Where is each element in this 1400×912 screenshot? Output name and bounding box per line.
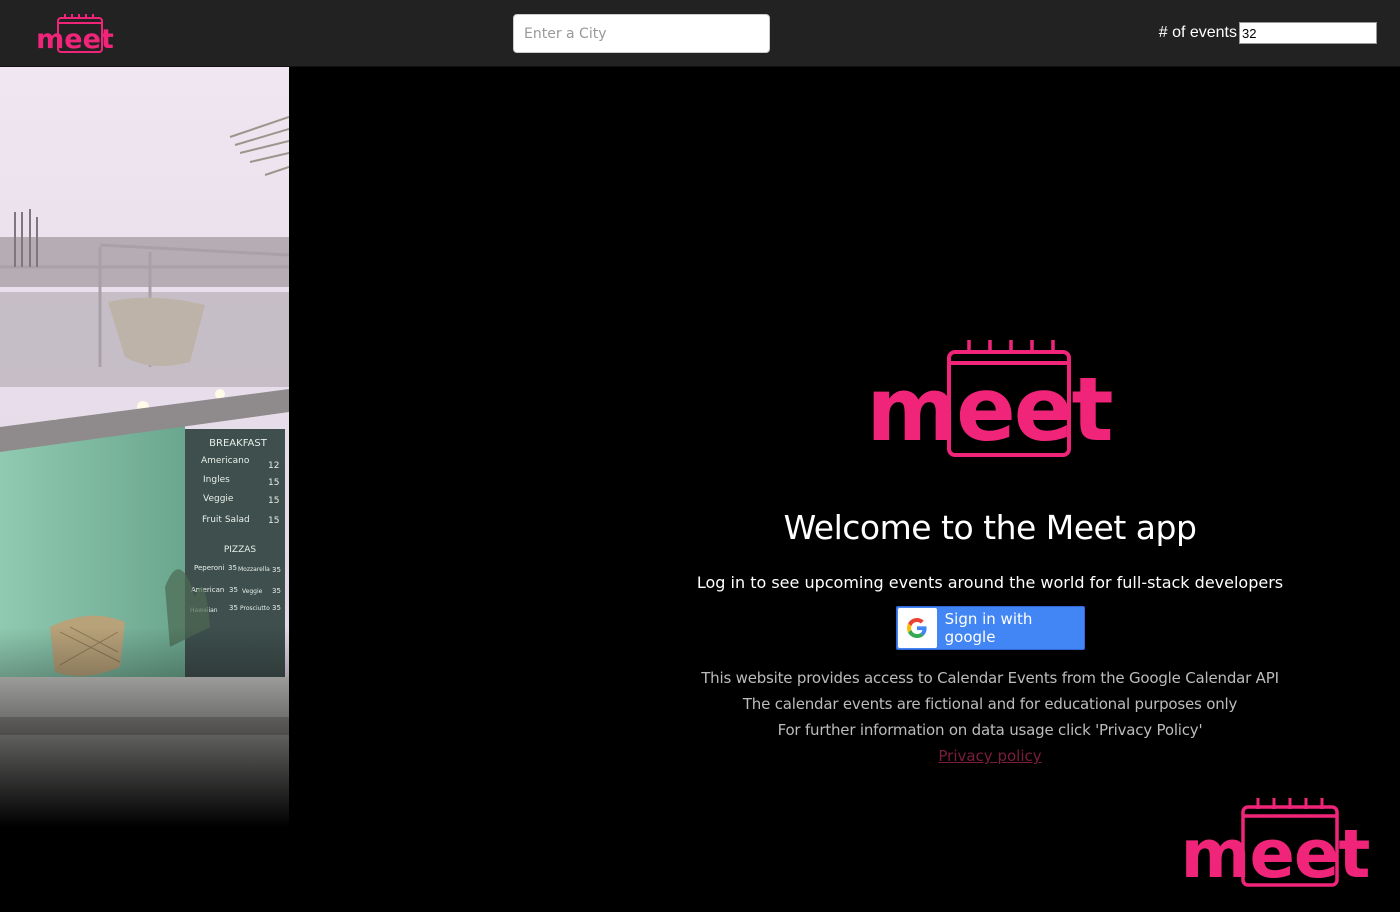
welcome-section: meet Welcome to the Meet app Log in to s… bbox=[582, 330, 1398, 592]
sign-in-button-label: Sign in with google bbox=[944, 610, 1033, 646]
meet-logo-icon: meet bbox=[866, 340, 1114, 458]
info-line: The calendar events are fictional and fo… bbox=[742, 695, 1238, 713]
corner-logo-text: meet bbox=[1181, 815, 1370, 887]
menu-pizza-price: 35 bbox=[272, 604, 281, 612]
google-g-icon bbox=[907, 618, 927, 638]
menu-item-price: 12 bbox=[268, 461, 279, 471]
menu-item-name: Fruit Salad bbox=[202, 515, 250, 525]
welcome-title: Welcome to the Meet app bbox=[783, 508, 1197, 547]
header-logo-text: meet bbox=[36, 24, 114, 54]
menu-pizza-price: 35 bbox=[229, 604, 238, 612]
top-navigation-bar: meet # of events bbox=[0, 0, 1400, 67]
menu-item-name: Americano bbox=[201, 456, 250, 466]
menu-pizza-price: 35 bbox=[272, 566, 281, 574]
hero-cafe-photo: BREAKFAST Americano 12 Ingles 15 Veggie … bbox=[0, 67, 289, 827]
sign-in-with-google-button[interactable]: Sign in with google bbox=[896, 606, 1085, 650]
menu-pizza-name: Peperoni bbox=[194, 564, 224, 572]
menu-item-price: 15 bbox=[268, 496, 279, 506]
info-line: This website provides access to Calendar… bbox=[701, 669, 1279, 687]
welcome-subtitle: Log in to see upcoming events around the… bbox=[696, 573, 1284, 592]
welcome-logo-text: meet bbox=[866, 358, 1112, 458]
menu-item-price: 15 bbox=[268, 516, 279, 526]
menu-pizzas-heading: PIZZAS bbox=[224, 545, 257, 555]
events-count-input[interactable] bbox=[1239, 22, 1377, 44]
menu-item-price: 15 bbox=[268, 478, 279, 488]
info-section: This website provides access to Calendar… bbox=[582, 665, 1398, 769]
events-count-label: # of events bbox=[1158, 24, 1237, 41]
menu-pizza-price: 35 bbox=[228, 564, 237, 572]
events-count-group: # of events bbox=[1159, 22, 1377, 44]
privacy-policy-link[interactable]: Privacy policy bbox=[938, 747, 1041, 765]
menu-pizza-name: Prosciutto bbox=[240, 605, 270, 612]
menu-pizza-name: Veggie bbox=[242, 588, 263, 595]
menu-pizza-price: 35 bbox=[229, 586, 238, 594]
meet-logo-icon: meet bbox=[1181, 798, 1370, 887]
menu-heading: BREAKFAST bbox=[209, 438, 268, 449]
meet-logo-icon: meet bbox=[36, 14, 114, 54]
city-search-input[interactable] bbox=[513, 14, 770, 53]
menu-pizza-name: American bbox=[191, 586, 224, 594]
menu-pizza-name: Mozzarella bbox=[238, 566, 270, 573]
menu-item-name: Ingles bbox=[203, 475, 230, 485]
menu-pizza-price: 35 bbox=[272, 587, 281, 595]
info-line: For further information on data usage cl… bbox=[777, 721, 1203, 739]
menu-item-name: Veggie bbox=[203, 494, 234, 504]
google-icon-container bbox=[898, 608, 937, 648]
